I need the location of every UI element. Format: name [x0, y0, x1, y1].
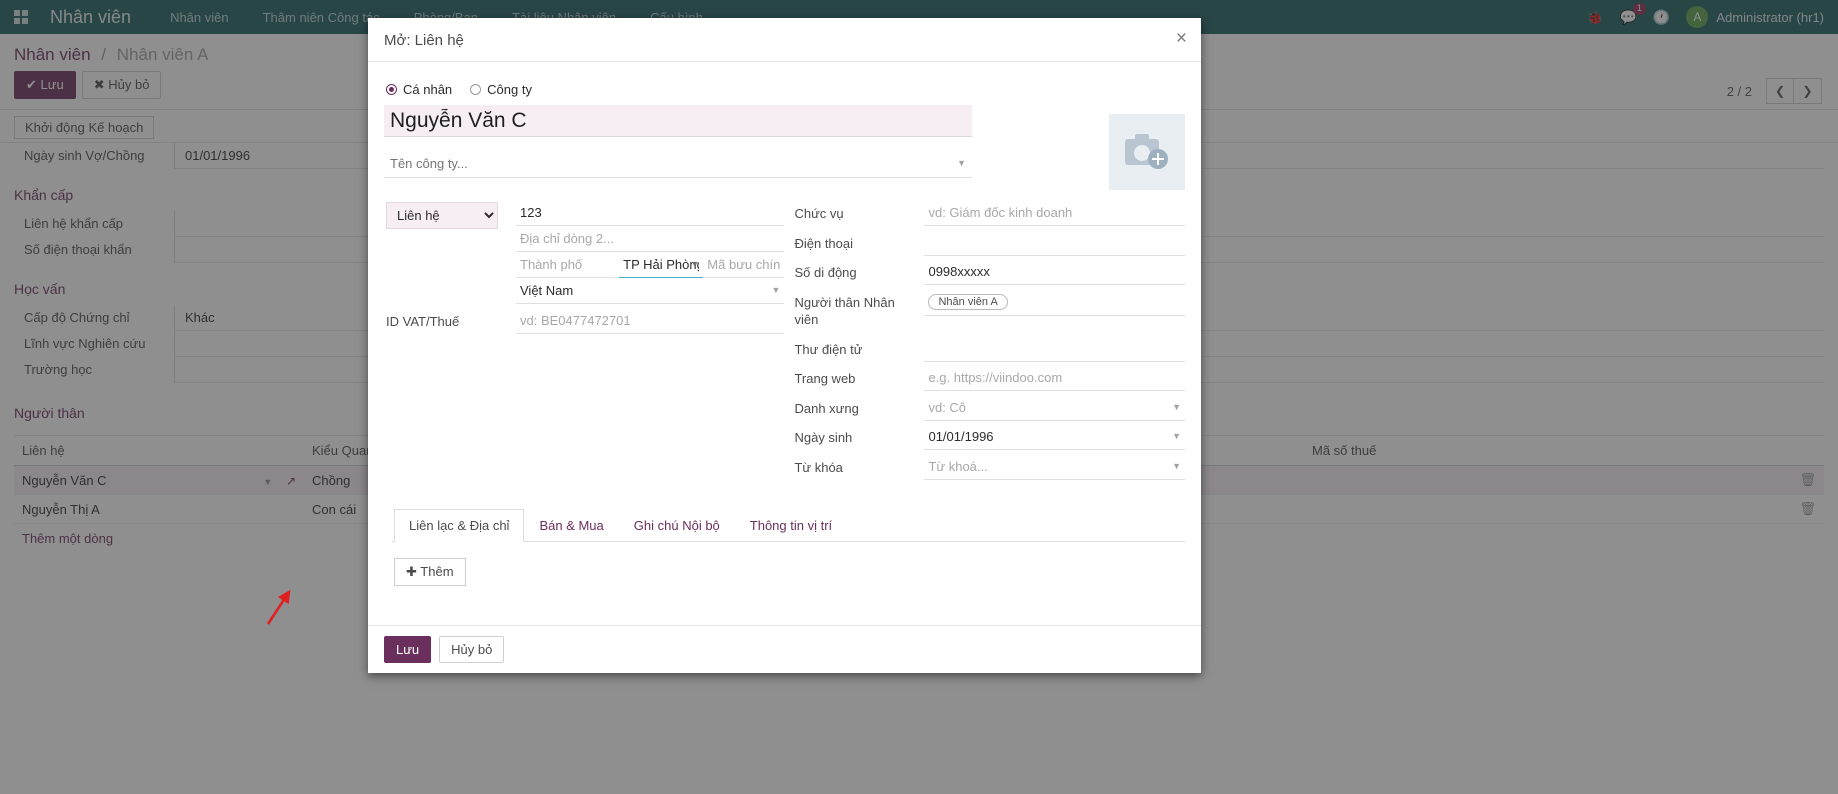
email-label: Thư điện tử [792, 336, 924, 364]
job-position-row: Chức vụ [792, 200, 1185, 228]
dialog-title: Mở: Liên hệ [384, 32, 1185, 49]
contact-name-input[interactable] [384, 105, 972, 137]
phone-label: Điện thoại [792, 230, 924, 258]
dialog-body: Cá nhân Công ty ▼ [368, 62, 1201, 625]
add-contact-button[interactable]: ✚ Thêm [394, 558, 466, 586]
close-icon[interactable]: × [1176, 29, 1187, 48]
dialog-form-columns: Liên hệ ▼ [384, 200, 1185, 483]
tab-sales-purchase[interactable]: Bán & Mua [524, 509, 618, 542]
radio-individual-label: Cá nhân [403, 82, 452, 97]
chevron-down-icon[interactable]: ▼ [1172, 461, 1181, 471]
tab-location-info[interactable]: Thông tin vị trí [735, 509, 847, 542]
website-label: Trang web [792, 365, 924, 393]
phone-input[interactable] [924, 230, 1185, 256]
mobile-label: Số di động [792, 259, 924, 287]
radio-individual-icon [386, 84, 397, 95]
radio-option-company[interactable]: Công ty [470, 82, 532, 97]
mobile-row: Số di động [792, 259, 1185, 287]
address-type-select[interactable]: Liên hệ [386, 202, 498, 229]
city-state-zip-row: ▼ [516, 252, 784, 278]
contact-image-uploader[interactable] [1109, 114, 1185, 190]
dialog-tabs: Liên lạc & Địa chỉ Bán & Mua Ghi chú Nội… [392, 509, 1185, 542]
address-column: Liên hệ ▼ [384, 200, 784, 483]
employee-relative-row: Người thân Nhân viên Nhân viên A [792, 289, 1185, 334]
job-position-input[interactable] [924, 200, 1185, 226]
radio-option-individual[interactable]: Cá nhân [386, 82, 452, 97]
birthday-input[interactable] [924, 424, 1185, 450]
birthday-label: Ngày sinh [792, 424, 924, 452]
employee-relative-tags[interactable]: Nhân viên A [924, 289, 1185, 316]
address-fields: ▼ ▼ [516, 200, 784, 304]
title-input[interactable] [924, 395, 1185, 421]
tab-contacts-addresses[interactable]: Liên lạc & Địa chỉ [394, 509, 524, 542]
website-row: Trang web [792, 365, 1185, 393]
chevron-down-icon[interactable]: ▼ [1172, 402, 1181, 412]
contact-type-radio-group: Cá nhân Công ty [386, 82, 1185, 97]
add-image-icon [1124, 133, 1170, 171]
details-column: Chức vụ Điện thoại Số di động Người thân… [784, 200, 1185, 483]
city-input[interactable] [516, 252, 619, 278]
dialog-header: Mở: Liên hệ × [368, 18, 1201, 62]
mobile-input[interactable] [924, 259, 1185, 285]
state-field: ▼ [619, 252, 703, 278]
employee-relative-label: Người thân Nhân viên [792, 289, 924, 334]
birthday-row: Ngày sinh ▼ [792, 424, 1185, 452]
dialog-cancel-button[interactable]: Hủy bỏ [439, 636, 504, 663]
job-position-label: Chức vụ [792, 200, 924, 228]
tag-employee-relative[interactable]: Nhân viên A [928, 294, 1007, 310]
company-name-input[interactable] [384, 149, 972, 178]
country-field: ▼ [516, 278, 784, 304]
tags-input[interactable] [924, 454, 1185, 480]
dialog-save-button[interactable]: Lưu [384, 636, 431, 663]
plus-icon: ✚ [406, 564, 417, 579]
tab-internal-notes[interactable]: Ghi chú Nội bộ [619, 509, 735, 542]
vat-input[interactable] [516, 308, 784, 334]
title-row: Danh xưng ▼ [792, 395, 1185, 423]
street2-input[interactable] [516, 226, 784, 252]
country-input[interactable] [516, 278, 784, 304]
zip-input[interactable] [703, 252, 784, 278]
tab-panel-contacts-addresses: ✚ Thêm [384, 542, 1185, 602]
vat-row: ID VAT/Thuế [384, 308, 784, 336]
radio-company-label: Công ty [487, 82, 532, 97]
tags-row: Từ khóa ▼ [792, 454, 1185, 482]
contact-dialog: Mở: Liên hệ × Cá nhân Công ty ▼ [368, 18, 1201, 673]
email-row: Thư điện tử [792, 336, 1185, 364]
add-contact-button-label: Thêm [420, 564, 453, 579]
company-name-field: ▼ [384, 149, 972, 178]
dialog-footer: Lưu Hủy bỏ [368, 625, 1201, 673]
chevron-down-icon[interactable]: ▼ [957, 158, 966, 168]
title-label: Danh xưng [792, 395, 924, 423]
vat-field [516, 308, 784, 334]
vat-label: ID VAT/Thuế [384, 308, 516, 336]
phone-row: Điện thoại [792, 230, 1185, 258]
street-input[interactable] [516, 200, 784, 226]
address-type-select-wrap: Liên hệ [384, 200, 516, 234]
email-input[interactable] [924, 336, 1185, 362]
radio-company-icon [470, 84, 481, 95]
address-row: Liên hệ ▼ [384, 200, 784, 304]
chevron-down-icon[interactable]: ▼ [772, 285, 781, 295]
tags-label: Từ khóa [792, 454, 924, 482]
website-input[interactable] [924, 365, 1185, 391]
caret-down-icon[interactable]: ▼ [690, 259, 699, 269]
chevron-down-icon[interactable]: ▼ [1172, 431, 1181, 441]
